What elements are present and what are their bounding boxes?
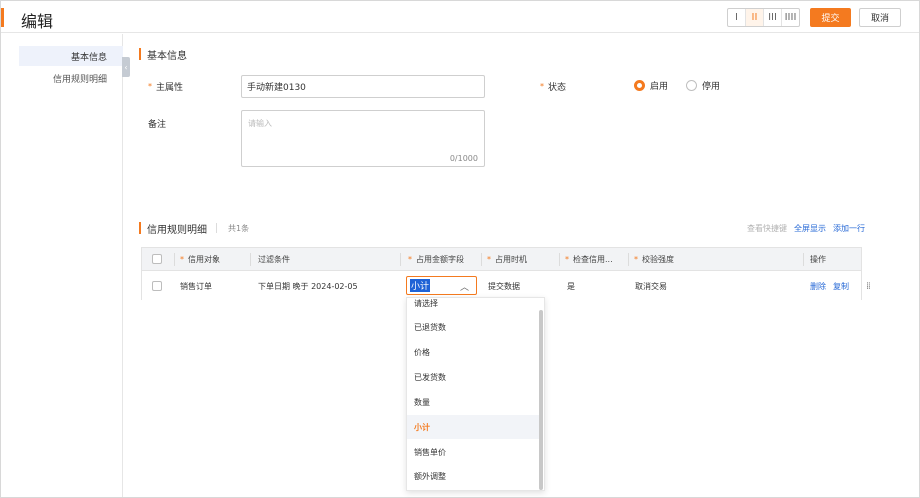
cell-filter[interactable]: 下单日期 晚于 2024-02-05 xyxy=(258,272,358,300)
submit-button[interactable]: 提交 xyxy=(810,8,851,27)
section-accent-bar xyxy=(139,48,141,60)
credit-rule-table: * 信用对象 过滤条件 * 占用金额字段 * 占用时机 * 检查信用... * 校验强度 … xyxy=(141,247,870,300)
column-header-strength: * 校验强度 xyxy=(634,254,674,264)
title-divider xyxy=(216,223,217,233)
column-header-check-credit: * 检查信用... xyxy=(565,254,613,264)
page-title: 编辑 xyxy=(21,12,54,31)
layout-option-4[interactable]: IIII xyxy=(782,9,799,26)
sidebar-nav: 基本信息 信用规则明细 xyxy=(1,34,123,497)
main-attr-label: * 主属性 xyxy=(148,79,183,93)
layout-option-2[interactable]: II xyxy=(746,9,764,26)
column-divider xyxy=(481,253,482,266)
column-header-timing: * 占用时机 xyxy=(487,254,527,264)
fullscreen-link[interactable]: 全屏显示 xyxy=(794,223,826,234)
column-divider xyxy=(400,253,401,266)
row-actions: 删除 复制 xyxy=(810,272,856,300)
column-header-filter: 过滤条件 xyxy=(258,254,290,264)
delete-row-link[interactable]: 删除 xyxy=(810,281,826,292)
status-label-text: 状态 xyxy=(548,82,567,93)
required-asterisk-icon: * xyxy=(540,81,544,91)
title-accent-bar xyxy=(1,8,4,27)
remark-label: 备注 xyxy=(148,119,167,130)
table-row: 销售订单 下单日期 晚于 2024-02-05 提交数据 是 取消交易 删除 复… xyxy=(142,272,870,300)
status-option-label: 启用 xyxy=(650,82,669,92)
cell-timing[interactable]: 提交数据 xyxy=(488,272,520,300)
remark-textarea[interactable]: 请输入 0/1000 xyxy=(241,110,485,167)
required-asterisk-icon: * xyxy=(148,81,152,91)
cell-check-credit[interactable]: 是 xyxy=(567,272,575,300)
chevron-left-icon[interactable]: ‹ xyxy=(122,57,130,77)
status-radio-enabled[interactable]: 启用 xyxy=(634,79,668,92)
copy-row-link[interactable]: 复制 xyxy=(833,281,849,292)
dropdown-scrollbar[interactable] xyxy=(539,310,543,490)
layout-option-3[interactable]: III xyxy=(764,9,782,26)
dropdown-option-selected[interactable]: 小计 xyxy=(407,415,540,439)
column-header-amount-field: * 占用金额字段 xyxy=(408,254,464,264)
remark-char-count: 0/1000 xyxy=(449,154,478,163)
sidebar-item-basic-info[interactable]: 基本信息 xyxy=(19,46,123,66)
column-divider xyxy=(803,253,804,266)
status-radio-disabled[interactable]: 停用 xyxy=(686,79,720,92)
status-option-label: 停用 xyxy=(702,82,721,92)
dropdown-option[interactable]: 额外调整 xyxy=(407,464,540,488)
column-header-credit-object: * 信用对象 xyxy=(180,254,220,264)
main-attr-label-text: 主属性 xyxy=(156,82,184,93)
chevron-up-icon: ︿ xyxy=(459,283,469,293)
column-divider xyxy=(174,253,175,266)
cell-credit-object[interactable]: 销售订单 xyxy=(180,272,212,300)
table-header: * 信用对象 过滤条件 * 占用金额字段 * 占用时机 * 检查信用... * 校验强度 … xyxy=(142,248,861,271)
cancel-button[interactable]: 取消 xyxy=(859,8,901,27)
dropdown-option[interactable]: 已退货数 xyxy=(407,315,540,339)
section-title-detail: 信用规则明细 xyxy=(147,225,207,236)
main-attr-input[interactable]: 手动新建0130 xyxy=(241,75,485,98)
column-header-actions: 操作 xyxy=(810,254,826,264)
drag-handle-icon[interactable]: ⁞⁞ xyxy=(866,272,870,300)
dropdown-option[interactable]: 价格 xyxy=(407,340,540,364)
record-count: 共1条 xyxy=(228,224,250,233)
amount-field-select[interactable]: 小计 ︿ xyxy=(406,276,477,295)
column-divider xyxy=(628,253,629,266)
sidebar-item-credit-rules[interactable]: 信用规则明细 xyxy=(19,68,123,88)
dropdown-option[interactable]: 已发货数 xyxy=(407,365,540,389)
dropdown-option[interactable]: 数量 xyxy=(407,390,540,414)
remark-placeholder: 请输入 xyxy=(248,119,272,128)
dropdown-option[interactable]: 请选择 xyxy=(407,298,540,315)
section-accent-bar xyxy=(139,222,141,234)
layout-switcher: I II III IIII xyxy=(727,8,800,27)
amount-field-selected-value: 小计 xyxy=(410,279,431,292)
section-title-basic: 基本信息 xyxy=(147,51,187,62)
shortcut-link[interactable]: 查看快捷键 xyxy=(747,223,787,234)
amount-field-dropdown: 请选择 已退货数 价格 已发货数 数量 小计 销售单价 额外调整 xyxy=(406,297,545,491)
row-checkbox[interactable] xyxy=(152,272,162,300)
select-all-checkbox[interactable] xyxy=(152,248,162,270)
column-divider xyxy=(250,253,251,266)
status-label: * 状态 xyxy=(540,79,566,93)
radio-unchecked-icon xyxy=(686,80,697,91)
layout-option-1[interactable]: I xyxy=(728,9,746,26)
cell-strength[interactable]: 取消交易 xyxy=(635,272,667,300)
add-row-link[interactable]: 添加一行 xyxy=(833,223,865,234)
radio-checked-icon xyxy=(634,80,645,91)
column-divider xyxy=(559,253,560,266)
dropdown-option[interactable]: 销售单价 xyxy=(407,440,540,464)
